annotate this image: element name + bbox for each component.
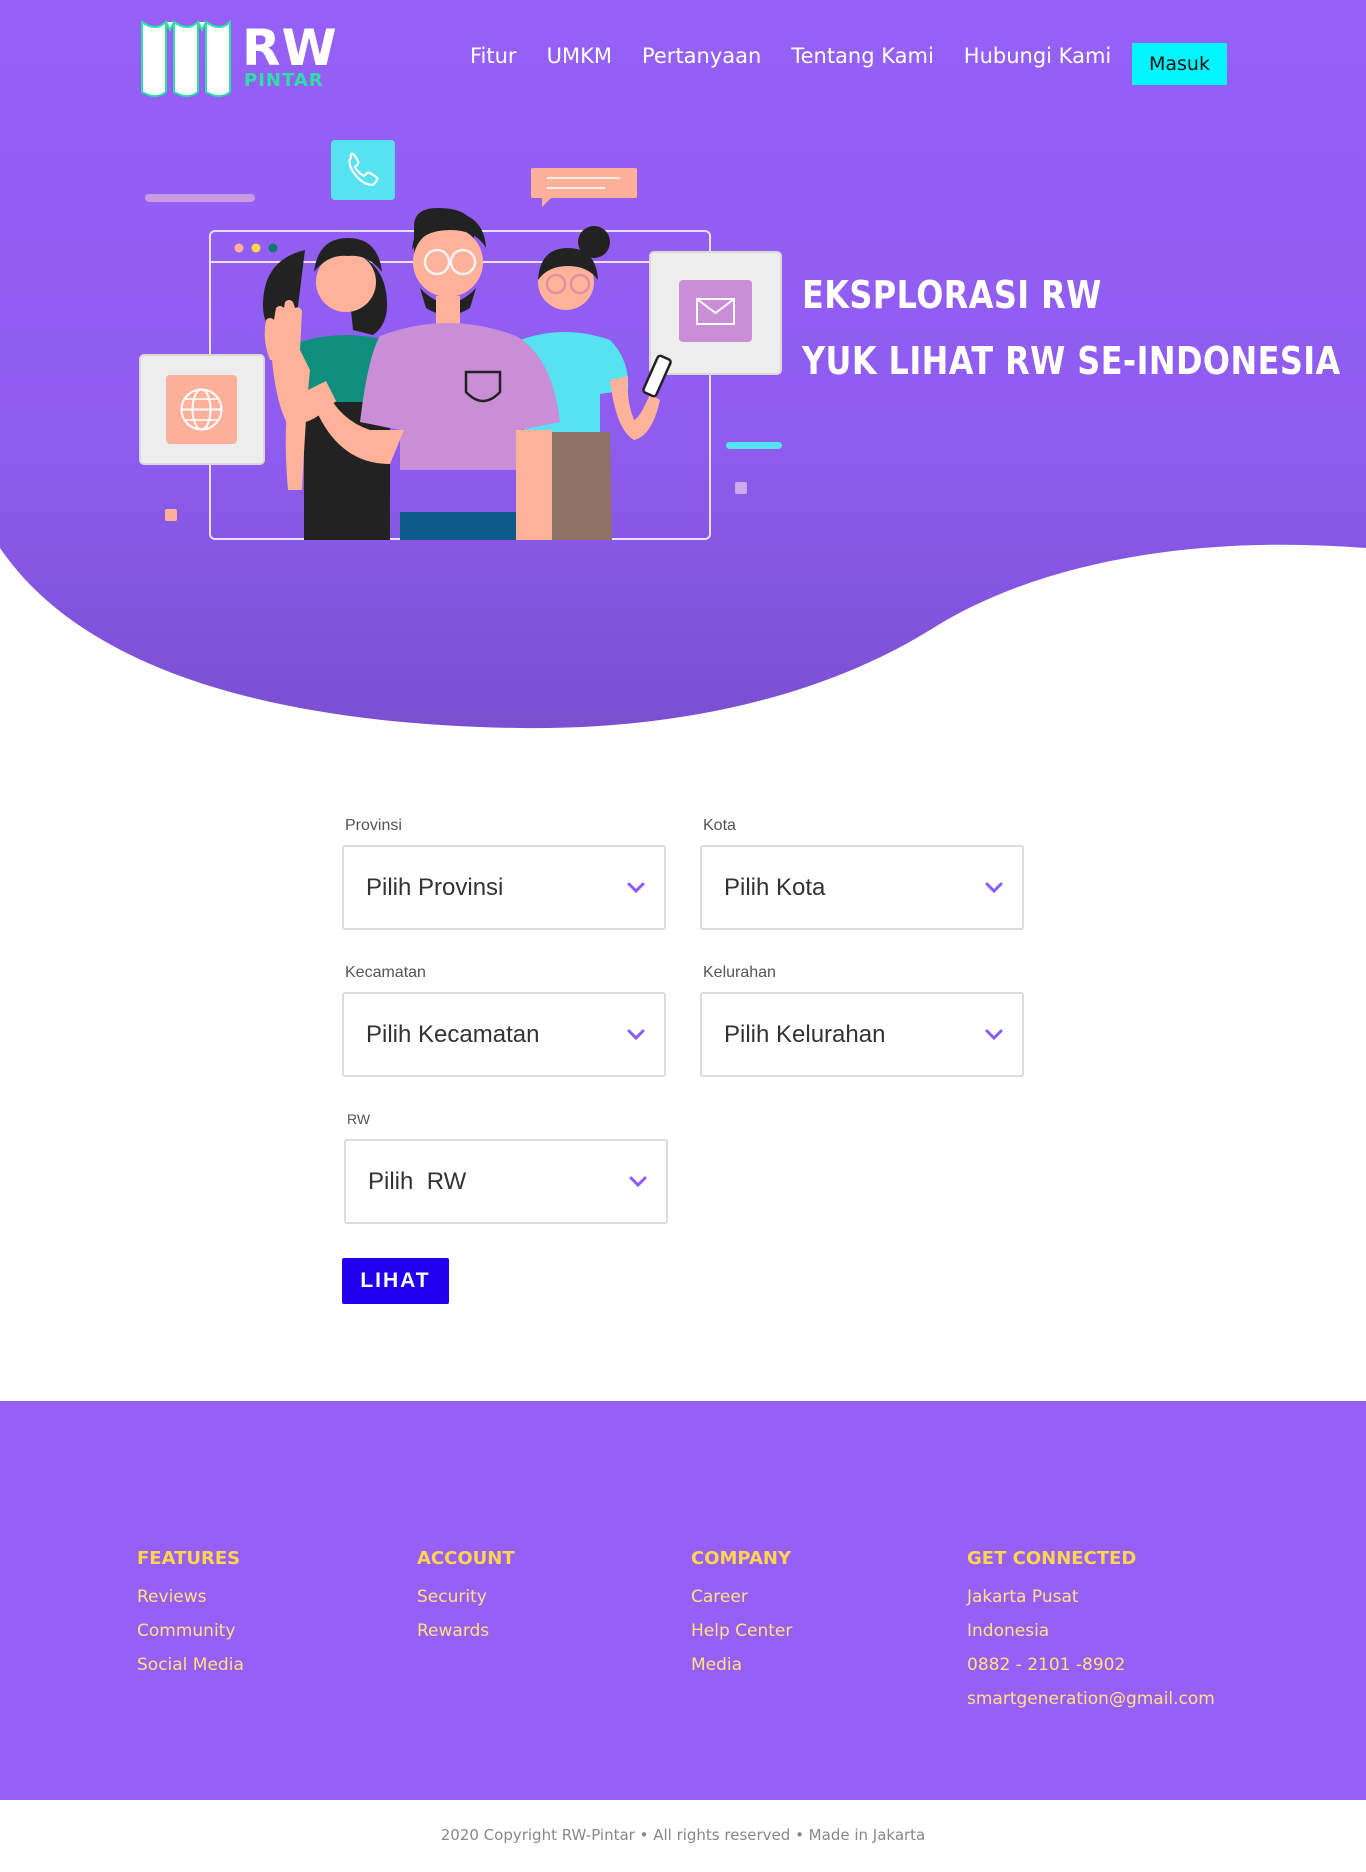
provinsi-field: Provinsi Pilih Provinsi [342,817,666,930]
rw-field: RW Pilih RW [344,1111,668,1224]
footer-contact-country: Indonesia [967,1621,1050,1641]
chevron-down-icon [627,1029,645,1041]
kecamatan-field: Kecamatan Pilih Kecamatan [342,964,666,1077]
footer-link-rewards[interactable]: Rewards [417,1614,515,1648]
hero-title-line1: EKSPLORASI RW [802,273,1102,317]
footer-contact-phone[interactable]: 0882 - 2101 -8902 [967,1648,1215,1682]
chevron-down-icon [629,1176,647,1188]
hero-section: RW PINTAR Fitur UMKM Pertanyaan Tentang … [0,0,1366,740]
footer-contact-email[interactable]: smartgeneration@gmail.com [967,1682,1215,1716]
kecamatan-select-value: Pilih Kecamatan [366,1021,540,1048]
footer-link-community[interactable]: Community [137,1614,244,1648]
mail-icon [649,251,782,375]
kota-select-value: Pilih Kota [724,874,826,901]
footer: FEATURES Reviews Community Social Media … [0,1401,1366,1800]
decorative-dot [735,482,747,494]
main-nav: Fitur UMKM Pertanyaan Tentang Kami Hubun… [470,44,1111,68]
logo-book-icon [141,19,231,97]
footer-column-features: FEATURES Reviews Community Social Media [137,1548,244,1682]
rw-label: RW [347,1111,371,1127]
footer-link-help-center[interactable]: Help Center [691,1614,792,1648]
kelurahan-select-value: Pilih Kelurahan [724,1021,886,1048]
hero-title-line2: YUK LIHAT RW SE-INDONESIA [802,339,1341,383]
nav-item-tentang-kami[interactable]: Tentang Kami [791,44,933,68]
footer-link-reviews[interactable]: Reviews [137,1580,244,1614]
brand-logo[interactable]: RW PINTAR [138,18,337,98]
phone-icon [331,140,395,200]
logo-text-rw: RW [242,19,338,77]
rw-select-value: Pilih RW [368,1168,467,1195]
provinsi-select[interactable]: Pilih Provinsi [342,845,666,930]
kecamatan-select[interactable]: Pilih Kecamatan [342,992,666,1077]
chevron-down-icon [627,882,645,894]
decorative-bar [726,442,782,449]
kelurahan-field: Kelurahan Pilih Kelurahan [700,964,1024,1077]
nav-item-fitur[interactable]: Fitur [470,44,517,68]
kelurahan-select[interactable]: Pilih Kelurahan [700,992,1024,1077]
chevron-down-icon [985,1029,1003,1041]
provinsi-label: Provinsi [345,817,402,834]
nav-item-pertanyaan[interactable]: Pertanyaan [642,44,761,68]
login-button[interactable]: Masuk [1132,43,1227,85]
globe-icon [139,354,265,465]
hero-title: EKSPLORASI RW YUK LIHAT RW SE-INDONESIA [802,262,1341,394]
footer-column-company: COMPANY Career Help Center Media [691,1548,792,1682]
lihat-button[interactable]: LIHAT [342,1258,449,1304]
footer-contact-city: Jakarta Pusat [967,1587,1079,1607]
footer-heading: FEATURES [137,1548,241,1569]
footer-heading: ACCOUNT [417,1548,515,1569]
footer-heading: GET CONNECTED [967,1548,1137,1569]
kelurahan-label: Kelurahan [703,964,776,981]
footer-heading: COMPANY [691,1548,791,1569]
footer-column-get-connected: GET CONNECTED Jakarta Pusat Indonesia 08… [967,1548,1215,1716]
footer-column-account: ACCOUNT Security Rewards [417,1548,515,1648]
copyright-text: 2020 Copyright RW-Pintar • All rights re… [440,1826,926,1844]
footer-link-security[interactable]: Security [417,1580,515,1614]
rw-select[interactable]: Pilih RW [344,1139,668,1224]
logo-text-pintar: PINTAR [244,70,324,91]
footer-link-career[interactable]: Career [691,1580,792,1614]
kecamatan-label: Kecamatan [345,964,426,981]
kota-label: Kota [703,817,736,834]
nav-item-umkm[interactable]: UMKM [547,44,612,68]
provinsi-select-value: Pilih Provinsi [366,874,504,901]
kota-select[interactable]: Pilih Kota [700,845,1024,930]
footer-link-social-media[interactable]: Social Media [137,1648,244,1682]
decorative-dot [165,509,177,521]
kota-field: Kota Pilih Kota [700,817,1024,930]
footer-link-media[interactable]: Media [691,1648,792,1682]
decorative-bar [145,194,255,202]
nav-item-hubungi-kami[interactable]: Hubungi Kami [964,44,1111,68]
chevron-down-icon [985,882,1003,894]
